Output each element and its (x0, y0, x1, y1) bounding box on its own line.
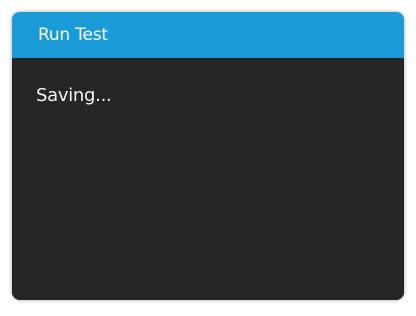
dialog-body: Saving... (12, 58, 404, 300)
run-test-dialog: Run Test Saving... (12, 12, 404, 300)
status-message: Saving... (36, 85, 112, 106)
dialog-titlebar: Run Test (12, 12, 404, 59)
dialog-title: Run Test (38, 25, 108, 45)
